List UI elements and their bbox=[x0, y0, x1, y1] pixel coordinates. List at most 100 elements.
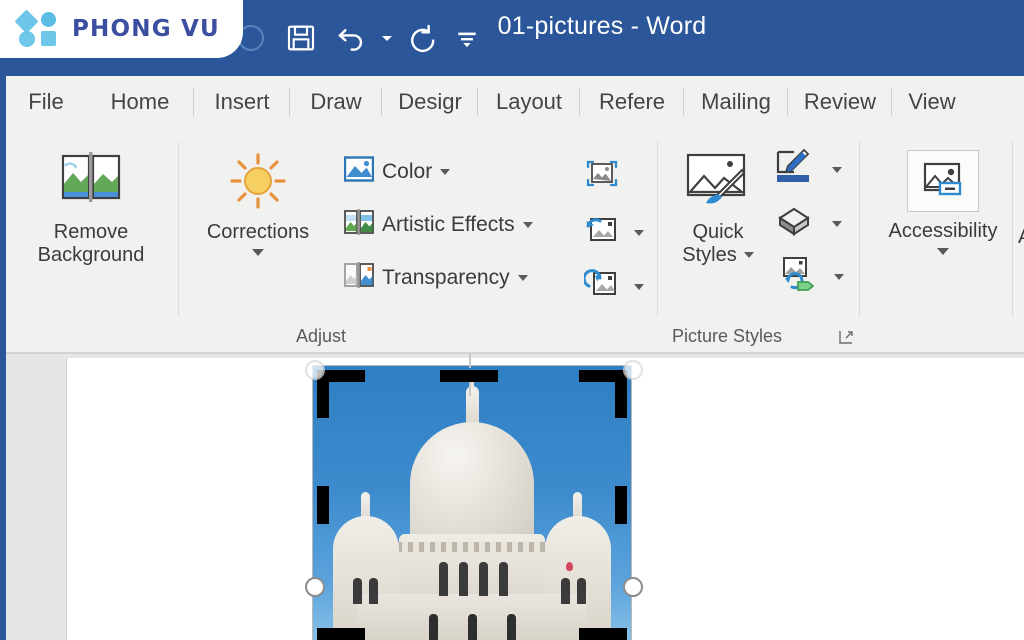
tab-label: Review bbox=[803, 89, 877, 114]
tab-label: Insert bbox=[214, 89, 270, 114]
remove-background-button[interactable]: Remove Background bbox=[12, 150, 170, 266]
circle-shape-icon bbox=[41, 12, 56, 27]
document-canvas[interactable] bbox=[6, 354, 1024, 640]
rotate-handle-stem bbox=[469, 382, 471, 396]
reset-picture-button[interactable] bbox=[582, 268, 644, 305]
color-button[interactable]: Color bbox=[343, 156, 451, 188]
tab-view[interactable]: View bbox=[892, 76, 972, 128]
crop-edge-handle[interactable] bbox=[440, 370, 498, 382]
group-divider bbox=[1012, 142, 1013, 317]
quick-styles-button[interactable]: Quick Styles bbox=[668, 150, 768, 266]
chevron-down-icon[interactable] bbox=[634, 229, 644, 236]
accessibility-label: Accessibility bbox=[888, 220, 998, 242]
chevron-down-icon[interactable] bbox=[522, 222, 533, 228]
group-label-picture-styles: Picture Styles bbox=[672, 326, 783, 346]
picture-layout-icon bbox=[774, 256, 816, 297]
square-shape-icon bbox=[41, 31, 56, 46]
group-label-adjust: Adjust bbox=[296, 326, 347, 346]
resize-circle-handle[interactable] bbox=[305, 577, 325, 597]
chevron-down-icon[interactable] bbox=[832, 166, 842, 173]
tab-label: Desigr bbox=[398, 89, 462, 114]
title-bar: 01-pictures - Word PHONG VU bbox=[0, 0, 1024, 76]
tab-draw[interactable]: Draw bbox=[290, 76, 382, 128]
alt-text-icon bbox=[907, 150, 979, 212]
document-page[interactable] bbox=[66, 354, 1024, 640]
crop-corner-handle[interactable] bbox=[317, 628, 365, 640]
transparency-label: Transparency bbox=[382, 266, 510, 289]
compress-pictures-button[interactable] bbox=[584, 158, 620, 195]
sun-corrections-icon bbox=[223, 150, 293, 217]
crop-corner-handle[interactable] bbox=[579, 628, 627, 640]
chevron-down-icon[interactable] bbox=[743, 251, 754, 258]
picture-sacre-coeur[interactable] bbox=[305, 354, 643, 640]
artistic-effects-label: Artistic Effects bbox=[382, 213, 515, 236]
save-icon[interactable] bbox=[278, 14, 324, 62]
corrections-button[interactable]: Corrections bbox=[188, 150, 328, 256]
crop-edge-handle[interactable] bbox=[615, 486, 627, 524]
remove-background-label-line2: Background bbox=[37, 243, 145, 266]
overflow-icon[interactable] bbox=[450, 14, 484, 62]
redo-icon[interactable] bbox=[400, 14, 446, 62]
selection-outline bbox=[312, 365, 632, 640]
chevron-down-icon[interactable] bbox=[517, 275, 528, 281]
picture-styles-dialog-launcher[interactable] bbox=[838, 329, 854, 345]
tab-layout[interactable]: Layout bbox=[478, 76, 580, 128]
change-picture-button[interactable] bbox=[584, 214, 644, 251]
chevron-down-icon[interactable] bbox=[937, 248, 949, 255]
compress-pictures-icon bbox=[584, 158, 620, 195]
chevron-down-icon[interactable] bbox=[634, 283, 644, 290]
ribbon-tabs: File Home Insert Draw Desigr Layout Refe… bbox=[6, 76, 1024, 128]
transparency-icon bbox=[344, 262, 374, 294]
undo-icon[interactable] bbox=[328, 14, 374, 62]
rotate-handle[interactable] bbox=[469, 354, 471, 368]
tab-label: Layout bbox=[495, 89, 563, 114]
transparency-button[interactable]: Transparency bbox=[344, 262, 528, 294]
chevron-down-icon[interactable] bbox=[252, 248, 264, 256]
tab-label: File bbox=[28, 89, 64, 114]
color-picture-icon bbox=[343, 156, 375, 188]
resize-circle-handle[interactable] bbox=[305, 360, 325, 380]
accessibility-button[interactable]: Accessibility bbox=[878, 150, 1008, 255]
tab-insert[interactable]: Insert bbox=[194, 76, 290, 128]
ribbon-group-picture-styles: Quick Styles Picture Styles bbox=[658, 128, 860, 353]
tab-review[interactable]: Review bbox=[788, 76, 892, 128]
ribbon-body: Remove Background Corrections Color Arti… bbox=[6, 128, 1024, 353]
tab-file[interactable]: File bbox=[6, 76, 86, 128]
tab-home[interactable]: Home bbox=[86, 76, 194, 128]
remove-background-icon bbox=[57, 150, 125, 215]
remove-background-label-line1: Remove bbox=[53, 221, 129, 244]
circle-shape-icon bbox=[19, 31, 35, 47]
picture-border-pen-icon bbox=[774, 148, 814, 191]
chevron-down-icon[interactable] bbox=[440, 169, 451, 175]
tab-label: View bbox=[908, 89, 956, 114]
quick-styles-label-line1: Quick bbox=[692, 221, 744, 244]
tab-mailings[interactable]: Mailing bbox=[684, 76, 788, 128]
brand-logo-mark bbox=[14, 9, 60, 47]
picture-layout-button[interactable] bbox=[774, 256, 844, 297]
resize-circle-handle[interactable] bbox=[623, 577, 643, 597]
artistic-effects-button[interactable]: Artistic Effects bbox=[344, 209, 533, 241]
diamond-shape-icon bbox=[14, 9, 39, 34]
color-label: Color bbox=[382, 160, 433, 183]
chevron-down-icon[interactable] bbox=[832, 220, 842, 227]
tab-label: Refere bbox=[598, 89, 666, 114]
next-group-partial-label: A bbox=[1018, 226, 1024, 249]
picture-effects-button[interactable] bbox=[774, 204, 842, 243]
ribbon-group-adjust: Remove Background Corrections Color Arti… bbox=[6, 128, 658, 353]
tab-label: Home bbox=[110, 89, 170, 114]
quick-styles-label-line2: Styles bbox=[682, 243, 737, 266]
word-window: 01-pictures - Word PHONG VU File Home In… bbox=[0, 0, 1024, 640]
picture-border-button[interactable] bbox=[774, 148, 842, 191]
artistic-effects-icon bbox=[344, 209, 374, 241]
undo-dropdown-icon[interactable] bbox=[378, 14, 396, 62]
quick-styles-icon bbox=[680, 150, 756, 217]
chevron-down-icon[interactable] bbox=[834, 273, 844, 280]
resize-circle-handle[interactable] bbox=[623, 360, 643, 380]
quick-access-toolbar bbox=[228, 12, 484, 64]
crop-edge-handle[interactable] bbox=[317, 486, 329, 524]
brand-logo-plate: PHONG VU bbox=[0, 0, 243, 58]
tab-design[interactable]: Desigr bbox=[382, 76, 478, 128]
picture-effects-icon bbox=[774, 204, 814, 243]
tab-label: Draw bbox=[310, 89, 362, 114]
tab-references[interactable]: Refere bbox=[580, 76, 684, 128]
